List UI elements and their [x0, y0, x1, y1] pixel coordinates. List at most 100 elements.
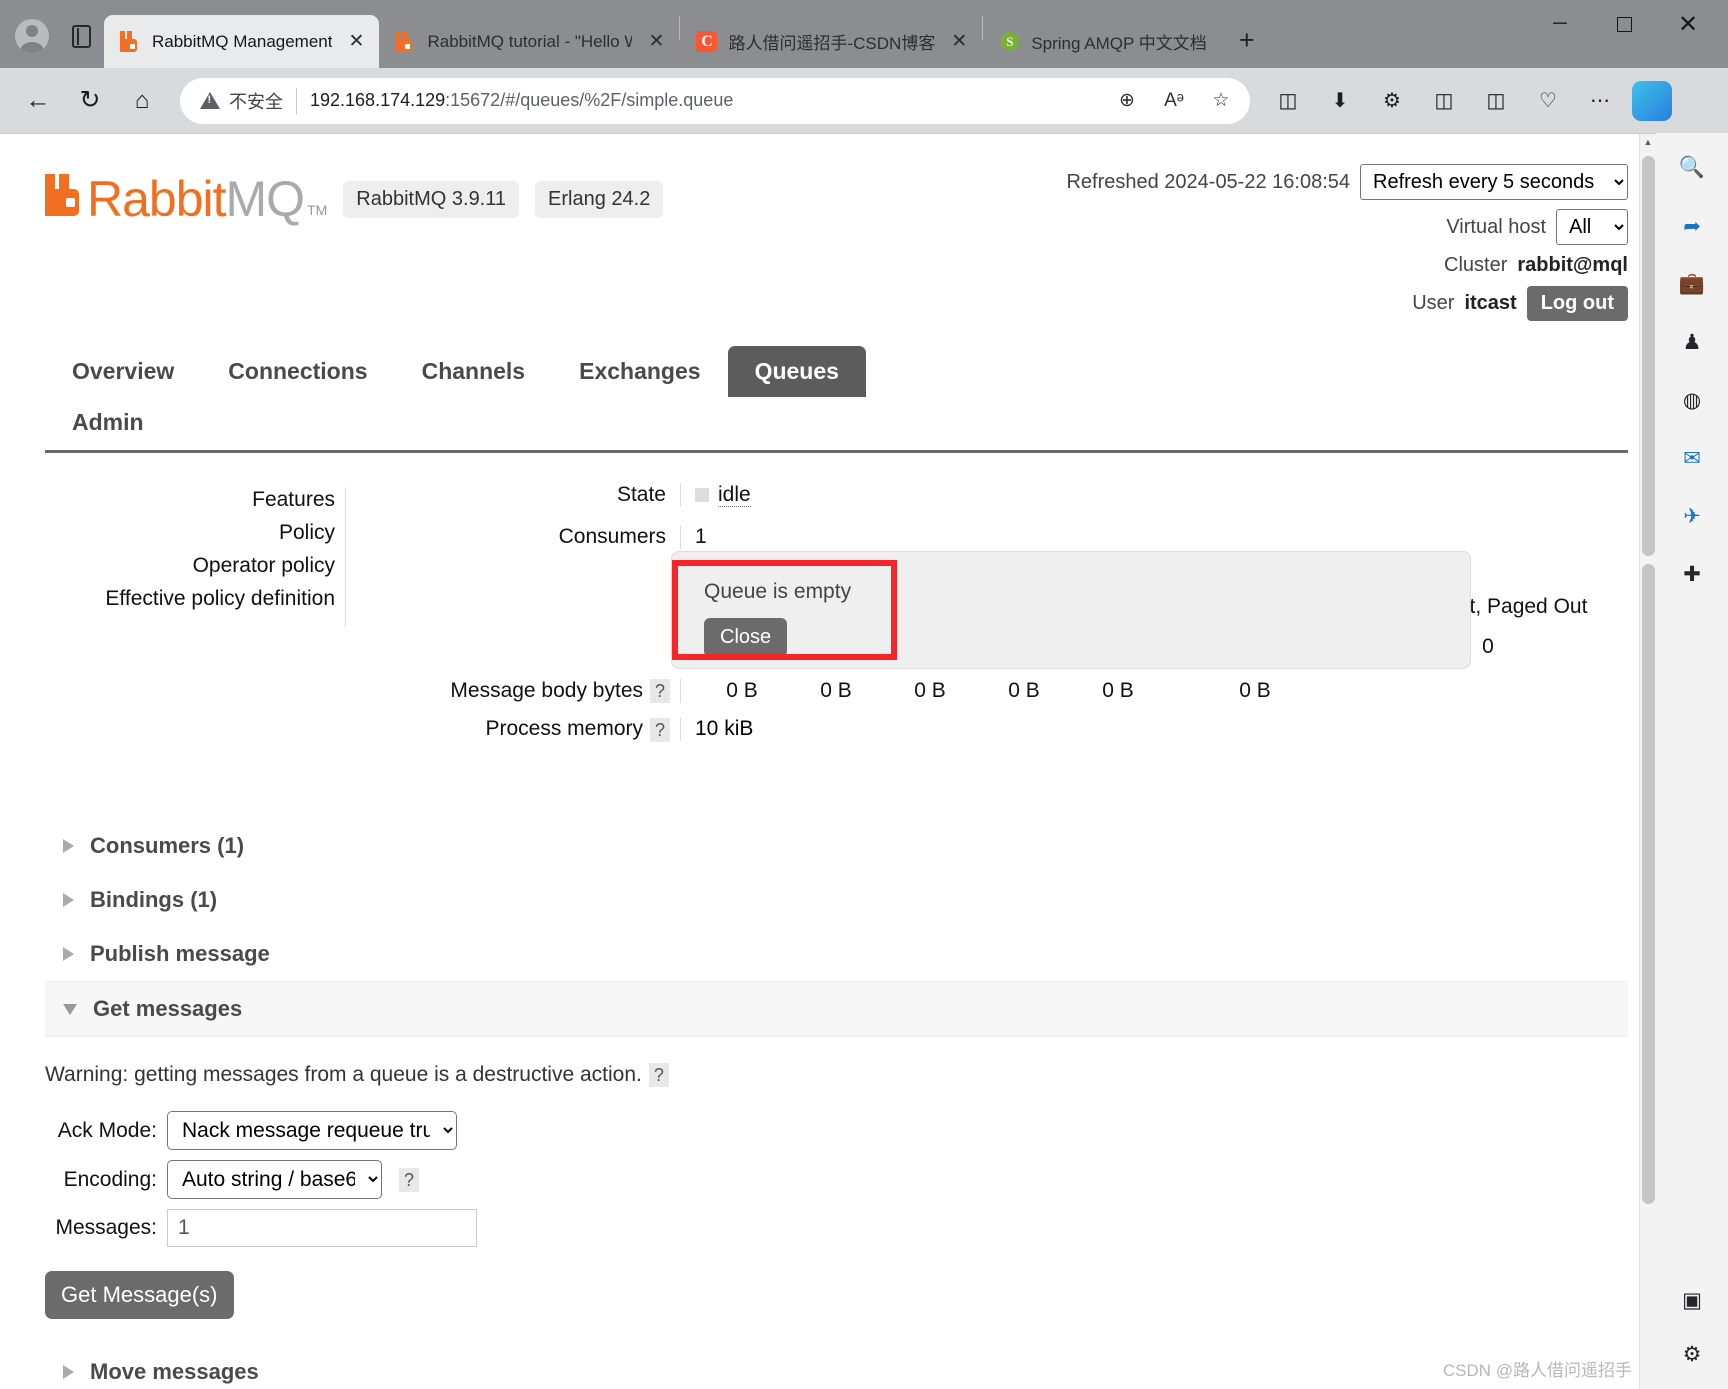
main-nav-tabs: Overview Connections Channels Exchanges … — [45, 346, 1628, 448]
home-button[interactable]: ⌂ — [118, 77, 166, 125]
maximize-button[interactable] — [1592, 0, 1656, 48]
settings-icon[interactable]: ⚙ — [1671, 1333, 1713, 1375]
bytes-value: 0 B — [726, 679, 758, 702]
page-scrollbar[interactable]: ▲ — [1639, 134, 1656, 1389]
profile-button[interactable] — [6, 10, 58, 62]
label-effective-policy: Effective policy definition — [105, 587, 335, 610]
add-favorite-icon[interactable]: ☆ — [1202, 82, 1240, 120]
reload-button[interactable]: ↻ — [66, 77, 114, 125]
minimize-button[interactable]: ─ — [1528, 0, 1592, 48]
get-messages-button[interactable]: Get Message(s) — [45, 1271, 234, 1320]
section-label: Get messages — [93, 996, 243, 1021]
browser-essentials-icon[interactable]: ◫ — [1420, 77, 1468, 125]
queue-details: Features Policy Operator policy Effectiv… — [45, 483, 1628, 742]
chevron-right-icon — [63, 1365, 74, 1380]
section-consumers[interactable]: Consumers (1) — [45, 819, 1628, 873]
collections-icon[interactable]: ◫ — [1472, 77, 1520, 125]
tab-title: Spring AMQP 中文文档 — [1031, 34, 1207, 53]
tab-exchanges[interactable]: Exchanges — [552, 346, 727, 397]
rabbitmq-icon — [395, 31, 416, 52]
section-bindings[interactable]: Bindings (1) — [45, 873, 1628, 927]
bytes-value: 0 B — [820, 679, 852, 702]
tab-queues[interactable]: Queues — [727, 346, 866, 397]
tab-admin[interactable]: Admin — [45, 397, 171, 448]
page-area: Rabbit MQ TM RabbitMQ 3.9.11 Erlang 24.2… — [0, 133, 1728, 1389]
chevron-right-icon — [63, 893, 74, 907]
tab-connections[interactable]: Connections — [201, 346, 394, 397]
outlook-icon[interactable]: ✉ — [1671, 437, 1713, 479]
office-icon[interactable]: ◍ — [1671, 379, 1713, 421]
messages-input[interactable] — [167, 1209, 477, 1248]
url-path: :15672/#/queues/%2F/simple.queue — [445, 90, 734, 110]
ack-mode-label: Ack Mode: — [57, 1118, 157, 1142]
tab-title: 路人借问遥招手-CSDN博客 — [728, 34, 936, 53]
settings-more-icon[interactable]: ⋯ — [1576, 77, 1624, 125]
chevron-right-icon — [63, 947, 74, 961]
close-window-button[interactable]: ✕ — [1656, 0, 1720, 48]
tools-icon[interactable]: 💼 — [1671, 263, 1713, 305]
favorites-icon[interactable]: ♡ — [1524, 77, 1572, 125]
csdn-icon: C — [696, 31, 718, 52]
add-sidebar-icon[interactable]: ✚ — [1671, 553, 1713, 595]
games-icon[interactable]: ♟ — [1671, 321, 1713, 363]
back-button[interactable]: ← — [14, 77, 62, 125]
new-tab-button[interactable]: + — [1225, 18, 1269, 62]
zoom-icon[interactable]: ⊕ — [1108, 82, 1146, 120]
logo-text-rabbit: Rabbit — [87, 171, 227, 227]
read-aloud-icon[interactable]: Aᵊ — [1155, 82, 1193, 120]
section-move-messages[interactable]: Move messages — [45, 1345, 1628, 1389]
help-icon[interactable]: ? — [650, 717, 670, 742]
tab-spring-amqp[interactable]: S Spring AMQP 中文文档 — [983, 15, 1216, 68]
ack-mode-select[interactable]: Nack message requeue true — [167, 1111, 457, 1151]
refresh-interval-select[interactable]: Refresh every 5 seconds — [1360, 164, 1628, 200]
tab-actions-button[interactable] — [58, 12, 104, 60]
section-get-messages[interactable]: Get messages — [45, 981, 1628, 1037]
tab-overview[interactable]: Overview — [45, 346, 201, 397]
process-memory-row: Process memory? 10 kiB — [345, 717, 1628, 742]
rabbitmq-app: Rabbit MQ TM RabbitMQ 3.9.11 Erlang 24.2… — [0, 156, 1656, 1389]
tab-channels[interactable]: Channels — [395, 346, 553, 397]
scroll-up-arrow[interactable]: ▲ — [1640, 134, 1656, 151]
tab-rabbitmq-management[interactable]: RabbitMQ Management ✕ — [104, 15, 380, 68]
messages-label: Messages: — [55, 1216, 157, 1240]
logout-button[interactable]: Log out — [1526, 286, 1628, 321]
scrollbar-thumb[interactable] — [1642, 156, 1655, 556]
message-body-bytes-label: Message body bytes? — [345, 679, 680, 704]
tab-rabbitmq-tutorial[interactable]: RabbitMQ tutorial - "Hello W ✕ — [379, 15, 679, 68]
tab-close-icon[interactable]: ✕ — [343, 29, 369, 55]
avatar — [15, 19, 49, 53]
process-memory-value: 10 kiB — [695, 717, 754, 741]
tab-close-icon[interactable]: ✕ — [946, 29, 972, 55]
user-value: itcast — [1464, 292, 1517, 314]
address-bar[interactable]: 不安全 192.168.174.129:15672/#/queues/%2F/s… — [180, 77, 1250, 124]
cluster-value: rabbit@mql — [1517, 254, 1628, 276]
shopping-icon[interactable]: ➦ — [1671, 205, 1713, 247]
queue-empty-popup: Queue is empty Close — [671, 551, 1471, 669]
screenshot-icon[interactable]: ▣ — [1671, 1279, 1713, 1321]
tab-close-icon[interactable]: ✕ — [643, 29, 669, 55]
section-publish-message[interactable]: Publish message — [45, 927, 1628, 981]
copilot-icon[interactable] — [1632, 80, 1672, 121]
bytes-value: 0 B — [1008, 679, 1040, 702]
split-screen-icon[interactable]: ◫ — [1264, 77, 1312, 125]
encoding-select[interactable]: Auto string / base64 — [167, 1160, 382, 1200]
vertical-tabs-icon — [71, 24, 91, 48]
tab-csdn-blog[interactable]: C 路人借问遥招手-CSDN博客 ✕ — [680, 15, 982, 68]
window-controls: ─ ✕ — [1528, 0, 1720, 68]
destructive-warning: Warning: getting messages from a queue i… — [45, 1063, 1628, 1088]
help-icon[interactable]: ? — [650, 679, 670, 704]
scrollbar-thumb-lower[interactable] — [1642, 564, 1655, 1204]
tab-title: RabbitMQ Management — [152, 31, 333, 51]
help-icon[interactable]: ? — [648, 1063, 669, 1088]
downloads-icon[interactable]: ⬇ — [1316, 77, 1364, 125]
consumers-value: 1 — [680, 525, 1628, 549]
search-icon[interactable]: 🔍 — [1671, 147, 1713, 189]
app-header: Rabbit MQ TM RabbitMQ 3.9.11 Erlang 24.2… — [45, 156, 1628, 330]
send-icon[interactable]: ✈ — [1671, 495, 1713, 537]
messages-row: Messages: — [45, 1209, 1628, 1248]
extensions-icon[interactable]: ⚙ — [1368, 77, 1416, 125]
help-icon[interactable]: ? — [399, 1167, 419, 1192]
transient-bytes-value: 0 B — [1239, 679, 1271, 702]
label-policy: Policy — [278, 521, 335, 544]
virtual-host-select[interactable]: All — [1556, 209, 1628, 245]
